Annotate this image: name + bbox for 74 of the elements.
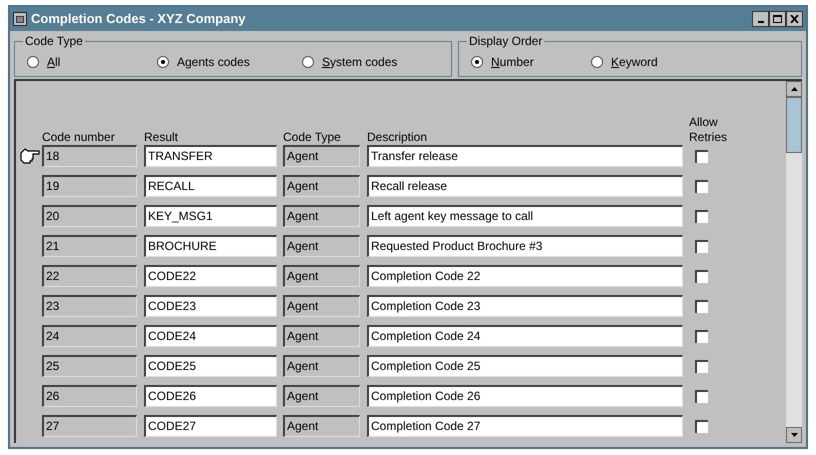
minimize-button[interactable] bbox=[752, 11, 769, 27]
allow-retries-checkbox[interactable] bbox=[695, 420, 708, 432]
description-field[interactable]: Completion Code 24 bbox=[367, 325, 683, 347]
description-field[interactable]: Requested Product Brochure #3 bbox=[367, 235, 683, 257]
down-arrow-icon bbox=[790, 433, 798, 437]
code-type-cell: Agent bbox=[283, 325, 360, 347]
code-number-cell: 21 bbox=[42, 235, 137, 257]
allow-retries-checkbox[interactable] bbox=[695, 330, 708, 342]
result-field[interactable]: CODE26 bbox=[144, 385, 277, 407]
radio-option[interactable]: System codes bbox=[302, 56, 412, 68]
code-number-cell: 23 bbox=[42, 295, 137, 317]
code-number-cell: 24 bbox=[42, 325, 137, 347]
column-header: Description bbox=[367, 130, 428, 145]
description-field[interactable]: Completion Code 27 bbox=[367, 415, 683, 437]
close-button[interactable] bbox=[786, 11, 803, 27]
radio-option[interactable]: Agents codes bbox=[157, 56, 302, 68]
code-number-cell: 22 bbox=[42, 265, 137, 287]
column-header: Code number bbox=[42, 130, 116, 145]
code-type-cell: Agent bbox=[283, 385, 360, 407]
description-field[interactable]: Transfer release bbox=[367, 145, 683, 167]
scroll-down-button[interactable] bbox=[786, 427, 802, 443]
vertical-scrollbar[interactable] bbox=[786, 81, 802, 443]
result-field[interactable]: CODE25 bbox=[144, 355, 277, 377]
code-type-cell: Agent bbox=[283, 175, 360, 197]
allow-retries-checkbox[interactable] bbox=[695, 240, 708, 252]
result-field[interactable]: CODE23 bbox=[144, 295, 277, 317]
allow-retries-checkbox[interactable] bbox=[695, 150, 708, 162]
allow-retries-checkbox[interactable] bbox=[695, 270, 708, 282]
description-field[interactable]: Recall release bbox=[367, 175, 683, 197]
code-number-cell: 19 bbox=[42, 175, 137, 197]
code-number-cell: 26 bbox=[42, 385, 137, 407]
code-type-cell: Agent bbox=[283, 415, 360, 437]
code-number-cell: 27 bbox=[42, 415, 137, 437]
code-number-cell: 20 bbox=[42, 205, 137, 227]
allow-retries-checkbox[interactable] bbox=[695, 300, 708, 312]
column-header: Allow Retries bbox=[689, 115, 728, 145]
maximize-button[interactable] bbox=[769, 11, 786, 27]
result-field[interactable]: TRANSFER bbox=[144, 145, 277, 167]
scroll-up-button[interactable] bbox=[786, 81, 802, 97]
code-type-cell: Agent bbox=[283, 235, 360, 257]
column-header: Result bbox=[144, 130, 180, 145]
code-type-cell: Agent bbox=[283, 295, 360, 317]
description-field[interactable]: Completion Code 23 bbox=[367, 295, 683, 317]
window-title: Completion Codes - XYZ Company bbox=[31, 10, 247, 28]
code-type-cell: Agent bbox=[283, 355, 360, 377]
code-number-cell: 25 bbox=[42, 355, 137, 377]
description-field[interactable]: Completion Code 26 bbox=[367, 385, 683, 407]
result-field[interactable]: RECALL bbox=[144, 175, 277, 197]
description-field[interactable]: Left agent key message to call bbox=[367, 205, 683, 227]
code-type-cell: Agent bbox=[283, 205, 360, 227]
column-header: Code Type bbox=[283, 130, 342, 145]
up-arrow-icon bbox=[790, 87, 798, 91]
allow-retries-checkbox[interactable] bbox=[695, 390, 708, 402]
allow-retries-checkbox[interactable] bbox=[695, 210, 708, 222]
code-type-cell: Agent bbox=[283, 265, 360, 287]
radio-option[interactable]: All bbox=[27, 56, 157, 68]
code-type-cell: Agent bbox=[283, 145, 360, 167]
result-field[interactable]: CODE27 bbox=[144, 415, 277, 437]
result-field[interactable]: CODE22 bbox=[144, 265, 277, 287]
group-label: Display Order bbox=[467, 34, 544, 48]
app-icon[interactable] bbox=[13, 12, 27, 26]
result-field[interactable]: KEY_MSG1 bbox=[144, 205, 277, 227]
allow-retries-checkbox[interactable] bbox=[695, 360, 708, 372]
description-field[interactable]: Completion Code 25 bbox=[367, 355, 683, 377]
allow-retries-checkbox[interactable] bbox=[695, 180, 708, 192]
scroll-thumb[interactable] bbox=[786, 97, 802, 153]
description-field[interactable]: Completion Code 22 bbox=[367, 265, 683, 287]
radio-option[interactable]: Number bbox=[471, 56, 591, 68]
result-field[interactable]: BROCHURE bbox=[144, 235, 277, 257]
group-label: Code Type bbox=[23, 34, 85, 48]
radio-option[interactable]: Keyword bbox=[591, 56, 691, 68]
result-field[interactable]: CODE24 bbox=[144, 325, 277, 347]
code-number-cell: 18 bbox=[42, 145, 137, 167]
close-icon bbox=[790, 15, 799, 23]
